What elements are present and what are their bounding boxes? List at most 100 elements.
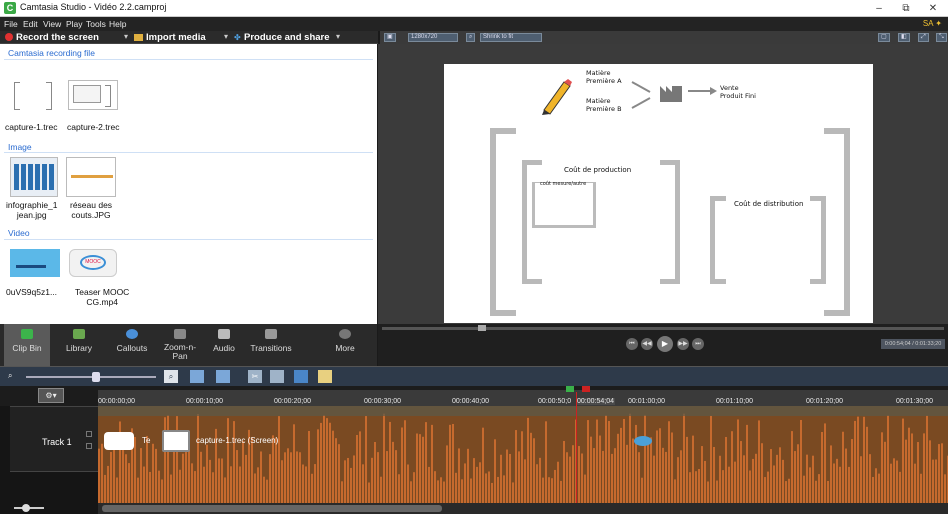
chevron-down-icon[interactable]: ▾	[224, 32, 228, 41]
media-item-infographie[interactable]	[10, 157, 58, 197]
tab-more[interactable]: More	[322, 324, 368, 366]
zoom-dropdown[interactable]: Shrink to fit	[480, 33, 542, 42]
minimize-button[interactable]: –	[866, 0, 892, 17]
restore-button[interactable]: ⧉	[893, 0, 919, 17]
media-caption: infographie_1 jean.jpg	[6, 200, 58, 220]
audio-waveform	[98, 406, 948, 503]
cut-icon[interactable]: ✂	[248, 370, 262, 383]
tab-audio[interactable]: Audio	[204, 324, 244, 366]
media-caption: Teaser MOOC CG.mp4	[75, 287, 130, 307]
section-image-title: Image	[8, 142, 32, 152]
track-height-handle[interactable]	[22, 504, 30, 512]
gear-icon[interactable]: ⚙▾	[38, 388, 64, 403]
bracket-production-right	[660, 160, 680, 284]
bracket-distribution-left	[710, 196, 726, 284]
media-item-capture-1[interactable]	[14, 82, 58, 110]
copy-icon[interactable]	[270, 370, 284, 383]
menu-edit[interactable]: Edit	[23, 19, 38, 29]
clip-thumbnail-2[interactable]	[162, 430, 190, 452]
menu-tools[interactable]: Tools	[86, 19, 106, 29]
import-media-button[interactable]: Import media	[146, 32, 206, 43]
menu-view[interactable]: View	[43, 19, 61, 29]
clip-label: capture-1.trec (Screen)	[196, 436, 279, 445]
track-1-header[interactable]: Track 1	[10, 406, 98, 472]
tab-clip-bin[interactable]: Clip Bin	[4, 324, 50, 366]
tab-library[interactable]: Library	[56, 324, 102, 366]
callouts-icon	[126, 329, 138, 339]
pencil-icon	[542, 79, 572, 115]
detach-preview-icon[interactable]: ▢	[878, 33, 890, 42]
next-clip-button[interactable]: ⏭	[692, 338, 704, 350]
section-divider	[4, 152, 373, 153]
redo-icon[interactable]	[216, 370, 230, 383]
notification-badge[interactable]: SA ✦	[923, 19, 942, 28]
previous-clip-button[interactable]: ⏮	[626, 338, 638, 350]
app-logo-icon: C	[4, 2, 16, 14]
zoom-out-icon[interactable]: ⌕	[8, 371, 12, 381]
preview-progress-handle[interactable]	[478, 325, 486, 331]
time-tick: 00:00:00;00	[98, 398, 135, 405]
text-small-box: coût mesure/autre	[540, 181, 587, 187]
canvas-size-dropdown[interactable]: 1280x720	[408, 33, 458, 42]
split-icon[interactable]	[318, 370, 332, 383]
menu-help[interactable]: Help	[109, 19, 126, 29]
fullscreen-icon[interactable]: ⤢	[918, 33, 929, 42]
scrollbar-thumb[interactable]	[102, 505, 442, 512]
zoom-slider-track[interactable]	[26, 376, 156, 378]
maximize-preview-icon[interactable]: ⤡	[936, 33, 947, 42]
tab-transitions[interactable]: Transitions	[244, 324, 298, 366]
time-tick: 00:01:10;00	[716, 398, 753, 405]
fast-forward-button[interactable]: ▶▶	[677, 338, 689, 350]
chevron-down-icon[interactable]: ▾	[336, 32, 340, 41]
text-cout-production: Coût de production	[564, 166, 632, 174]
time-ruler[interactable]: 00:00:00;00 00:00:10;00 00:00:20;00 00:0…	[98, 390, 948, 406]
menu-play[interactable]: Play	[66, 19, 83, 29]
playback-controls: ⏮ ◀◀ ▶ ▶▶ ⏭ 0:00:54;04 / 0:01:33;20	[378, 324, 948, 366]
canvas-options-icon[interactable]: ▣	[384, 33, 396, 42]
media-caption: capture-1.trec	[5, 122, 58, 132]
transition-marker-icon[interactable]	[634, 436, 652, 446]
section-recording-title: Camtasia recording file	[8, 48, 95, 58]
track-visibility-icon[interactable]	[86, 431, 92, 437]
media-item-teaser[interactable]: MOOC	[69, 249, 117, 277]
audio-icon	[218, 329, 230, 339]
selection-end-marker[interactable]	[582, 386, 590, 392]
playhead-time: 00:00:54;04	[576, 398, 615, 405]
bracket-right-outer	[824, 128, 850, 316]
section-video-title: Video	[8, 228, 30, 238]
clip-thumbnail-1[interactable]	[104, 432, 134, 450]
timeline-scrollbar[interactable]	[98, 503, 948, 514]
media-item-reseau[interactable]	[66, 157, 116, 197]
media-caption: capture-2.trec	[67, 122, 120, 132]
track-1-lane[interactable]: Te capture-1.trec (Screen)	[98, 406, 948, 503]
selection-start-marker[interactable]	[566, 386, 574, 392]
playhead[interactable]	[576, 392, 577, 406]
media-caption: réseau des couts.JPG	[70, 200, 113, 220]
transitions-icon	[265, 329, 277, 339]
crop-icon[interactable]: ◧	[898, 33, 910, 42]
tab-callouts[interactable]: Callouts	[108, 324, 156, 366]
preview-canvas[interactable]: Matière Première A Matière Première B Vent…	[444, 64, 873, 323]
media-item-0uvs9[interactable]	[10, 249, 60, 277]
thumbnail-image	[71, 175, 113, 178]
menu-file[interactable]: File	[4, 19, 18, 29]
preview-toolbar: ▣ 1280x720 ⌕ Shrink to fit ▢ ◧ ⤢ ⤡	[380, 31, 948, 44]
undo-icon[interactable]	[190, 370, 204, 383]
chevron-down-icon[interactable]: ▾	[124, 32, 128, 41]
paste-icon[interactable]	[294, 370, 308, 383]
zoom-icon[interactable]: ⌕	[466, 33, 476, 42]
tab-zoom-n-pan[interactable]: Zoom-n-Pan	[158, 324, 202, 366]
media-item-capture-2[interactable]	[68, 80, 118, 110]
preview-progress-track[interactable]	[382, 327, 944, 330]
zoom-in-icon[interactable]: ⌕	[164, 370, 178, 383]
close-button[interactable]: ✕	[920, 0, 946, 17]
zoom-slider-handle[interactable]	[92, 372, 100, 382]
time-tick: 00:01:20;00	[806, 398, 843, 405]
bracket-left-icon	[14, 82, 20, 110]
rewind-button[interactable]: ◀◀	[641, 338, 653, 350]
play-button[interactable]: ▶	[657, 336, 673, 352]
record-screen-button[interactable]: Record the screen	[16, 32, 99, 43]
produce-share-button[interactable]: Produce and share	[244, 32, 330, 43]
playhead-line	[576, 406, 577, 503]
track-lock-icon[interactable]	[86, 443, 92, 449]
